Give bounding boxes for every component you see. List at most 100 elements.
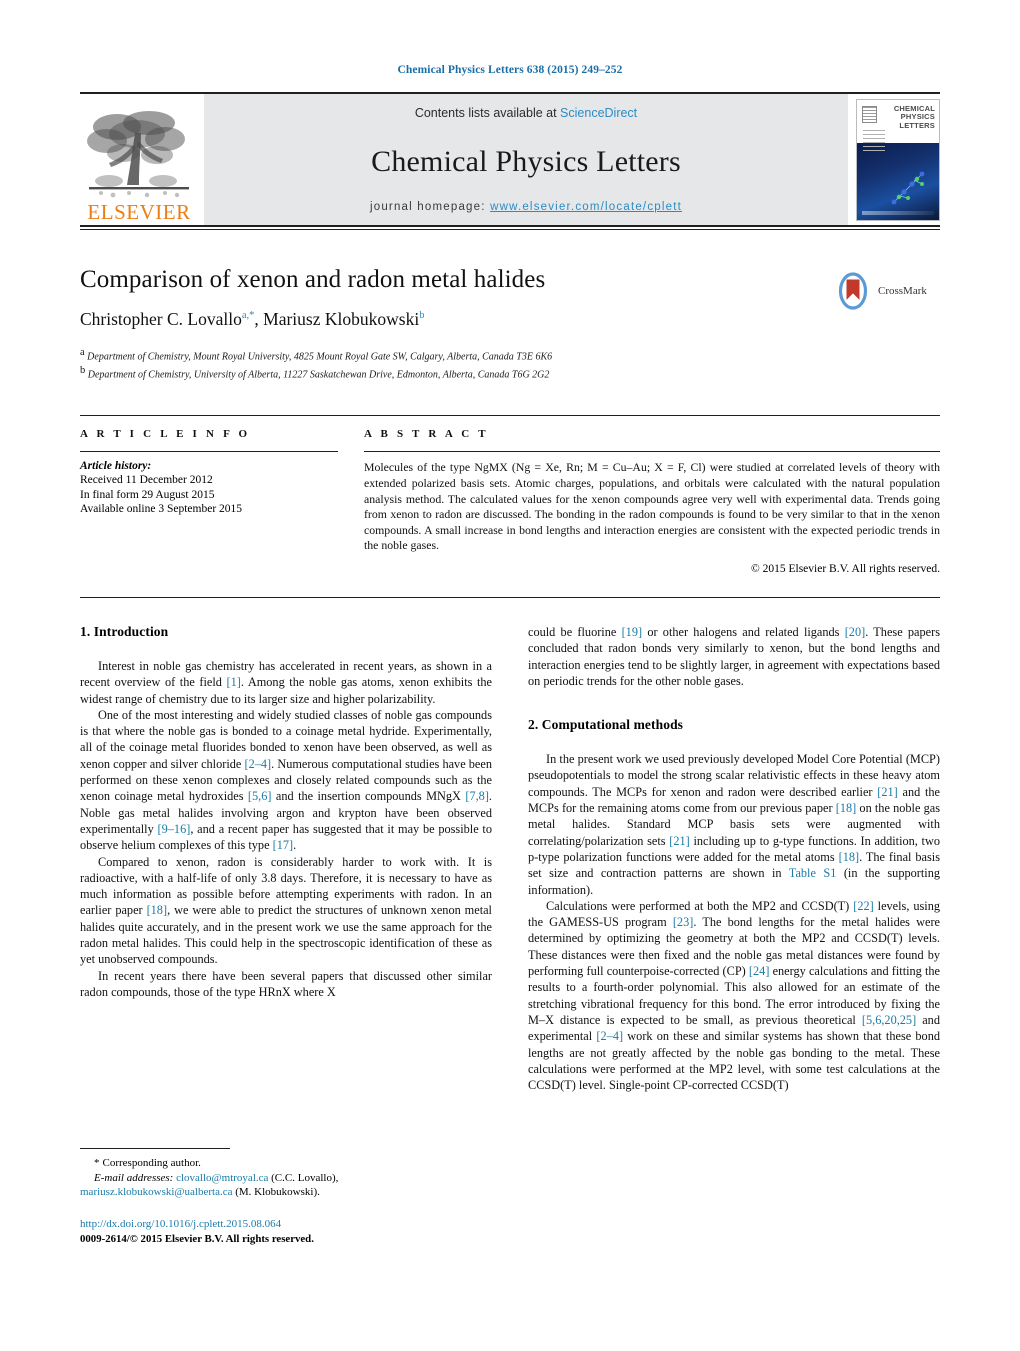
issn-copyright-line: 0009-2614/© 2015 Elsevier B.V. All right… — [80, 1232, 314, 1245]
article-history-received: Received 11 December 2012 — [80, 474, 213, 487]
contents-line: Contents lists available at ScienceDirec… — [415, 106, 637, 120]
info-abstract-region: A R T I C L E I N F O Article history: R… — [80, 415, 940, 575]
crossmark-icon[interactable] — [832, 270, 874, 312]
methods-paragraph-2: Calculations were performed at both the … — [528, 898, 941, 1093]
corresponding-author-text: Corresponding author. — [102, 1157, 201, 1169]
crossmark-badge[interactable]: CrossMark — [832, 270, 940, 312]
molecule-icon — [891, 171, 925, 205]
abstract-heading: A B S T R A C T — [364, 428, 489, 441]
citation-ref[interactable]: [20] — [845, 625, 866, 639]
citation-ref[interactable]: [18] — [836, 801, 857, 815]
email-owner-klobukowski: (M. Klobukowski) — [235, 1186, 318, 1198]
journal-masthead: ELSEVIER Contents lists available at Sci… — [80, 92, 940, 225]
citation-ref[interactable]: [18] — [147, 903, 168, 917]
author-1-affiliation-marker[interactable]: a,* — [242, 310, 255, 321]
intro-paragraph-1: Interest in noble gas chemistry has acce… — [80, 658, 493, 706]
crossmark-label: CrossMark — [878, 285, 927, 297]
citation-ref[interactable]: [22] — [853, 899, 874, 913]
table-s1-link[interactable]: Table S1 — [789, 866, 837, 880]
cover-footer-band — [862, 210, 934, 215]
abstract-text: Molecules of the type NgMX (Ng = Xe, Rn;… — [364, 460, 940, 553]
elsevier-wordmark: ELSEVIER — [87, 200, 191, 224]
affiliation-b-marker: b — [80, 364, 86, 376]
doi-block: http://dx.doi.org/10.1016/j.cplett.2015.… — [80, 1217, 492, 1247]
title-block: Comparison of xenon and radon metal hali… — [80, 266, 940, 381]
right-column: could be fluorine [19] or other halogens… — [528, 624, 940, 1093]
footnote-rule — [80, 1148, 230, 1149]
affiliation-a: a Department of Chemistry, Mount Royal U… — [80, 346, 940, 364]
citation-ref[interactable]: [7,8] — [465, 789, 489, 803]
citation-ref[interactable]: [24] — [749, 964, 770, 978]
citation-ref[interactable]: [2–4] — [245, 757, 272, 771]
body-columns: 1. Introduction Interest in noble gas ch… — [80, 624, 940, 1093]
citation-ref[interactable]: [9–16] — [158, 822, 191, 836]
masthead-bottom-rule-thin — [80, 229, 940, 230]
article-info-heading: A R T I C L E I N F O — [80, 428, 251, 441]
citation-ref[interactable]: [5,6,20,25] — [862, 1013, 916, 1027]
abstract-rule — [364, 451, 940, 453]
email-addresses-note-2: mariusz.klobukowski@ualberta.ca (M. Klob… — [80, 1186, 320, 1198]
section-heading-introduction: 1. Introduction — [80, 623, 169, 639]
citation-ref[interactable]: [21] — [669, 834, 690, 848]
author-list: Christopher C. Lovalloa,*, Mariusz Klobu… — [80, 309, 940, 330]
affiliation-a-text: Department of Chemistry, Mount Royal Uni… — [87, 351, 553, 363]
journal-title: Chemical Physics Letters — [371, 144, 681, 178]
cover-text-lines — [863, 129, 885, 154]
email-link-klobukowski[interactable]: mariusz.klobukowski@ualberta.ca — [80, 1186, 232, 1198]
citation-ref[interactable]: [23] — [673, 915, 694, 929]
cover-image: CHEMICAL PHYSICS LETTERS — [856, 98, 940, 221]
running-head: Chemical Physics Letters 638 (2015) 249–… — [397, 64, 623, 76]
methods-paragraph-1: In the present work we used previously d… — [528, 752, 941, 897]
intro-paragraph-4-continued: could be fluorine [19] or other halogens… — [528, 624, 940, 688]
cover-journal-title: CHEMICAL PHYSICS LETTERS — [894, 104, 935, 131]
article-history-final-form: In final form 29 August 2015 — [80, 488, 215, 501]
author-1-name: Christopher C. Lovallo — [80, 308, 242, 329]
section-heading-computational-methods: 2. Computational methods — [528, 717, 684, 733]
author-separator: , — [254, 308, 264, 329]
journal-cover-thumbnail: CHEMICAL PHYSICS LETTERS — [854, 94, 940, 225]
cover-title-line-3: LETTERS — [899, 120, 935, 130]
abstract-copyright: © 2015 Elsevier B.V. All rights reserved… — [751, 562, 940, 575]
left-column: 1. Introduction Interest in noble gas ch… — [80, 624, 492, 1093]
email-addresses-note: E-mail addresses: clovallo@mtroyal.ca (C… — [94, 1171, 339, 1184]
article-page: Chemical Physics Letters 638 (2015) 249–… — [0, 0, 1020, 1351]
abstract-column: A B S T R A C T Molecules of the type Ng… — [364, 428, 940, 575]
intro-paragraph-4: In recent years there have been several … — [80, 968, 492, 999]
citation-ref[interactable]: [18] — [839, 850, 860, 864]
doi-link[interactable]: http://dx.doi.org/10.1016/j.cplett.2015.… — [80, 1218, 281, 1230]
article-history-available-online: Available online 3 September 2015 — [80, 503, 243, 516]
citation-ref[interactable]: [19] — [622, 625, 643, 639]
citation-ref[interactable]: [21] — [877, 785, 898, 799]
journal-homepage-link[interactable]: www.elsevier.com/locate/cplett — [490, 201, 682, 213]
article-history-label: Article history: — [80, 460, 152, 473]
masthead-bottom-rule — [80, 225, 940, 227]
cover-publisher-logo-icon — [862, 105, 877, 123]
affiliation-a-marker: a — [80, 346, 85, 358]
author-2-affiliation-marker[interactable]: b — [419, 310, 424, 321]
corresponding-author-marker: * — [94, 1157, 100, 1169]
article-info-column: A R T I C L E I N F O Article history: R… — [80, 428, 338, 575]
elsevier-logo: ELSEVIER — [80, 94, 198, 225]
journal-banner: Contents lists available at ScienceDirec… — [204, 94, 848, 225]
email-owner-lovallo: (C.C. Lovallo) — [271, 1171, 336, 1184]
contents-prefix: Contents lists available at — [414, 106, 561, 120]
footnote-region: * Corresponding author. E-mail addresses:… — [80, 1148, 492, 1247]
intro-paragraph-3: Compared to xenon, radon is considerably… — [80, 854, 492, 967]
citation-ref[interactable]: [1] — [227, 675, 241, 689]
email-link-lovallo[interactable]: clovallo@mtroyal.ca — [176, 1172, 268, 1184]
author-2-name: Mariusz Klobukowski — [263, 308, 420, 329]
affiliation-b: b Department of Chemistry, University of… — [80, 364, 940, 382]
citation-ref[interactable]: [17] — [273, 838, 294, 852]
email-label: E-mail addresses: — [94, 1171, 174, 1184]
sciencedirect-link[interactable]: ScienceDirect — [560, 106, 637, 120]
citation-ref[interactable]: [5,6] — [248, 789, 272, 803]
corresponding-author-note: * Corresponding author. — [80, 1156, 492, 1171]
info-abstract-bottom-rule — [80, 596, 940, 598]
citation-ref[interactable]: [2–4] — [596, 1029, 623, 1043]
intro-paragraph-2: One of the most interesting and widely s… — [80, 707, 492, 853]
affiliation-b-text: Department of Chemistry, University of A… — [87, 368, 550, 380]
page-title: Comparison of xenon and radon metal hali… — [80, 266, 546, 293]
article-info-rule — [80, 451, 338, 453]
elsevier-tree-icon — [87, 111, 189, 198]
journal-homepage-line: journal homepage: www.elsevier.com/locat… — [370, 201, 682, 213]
